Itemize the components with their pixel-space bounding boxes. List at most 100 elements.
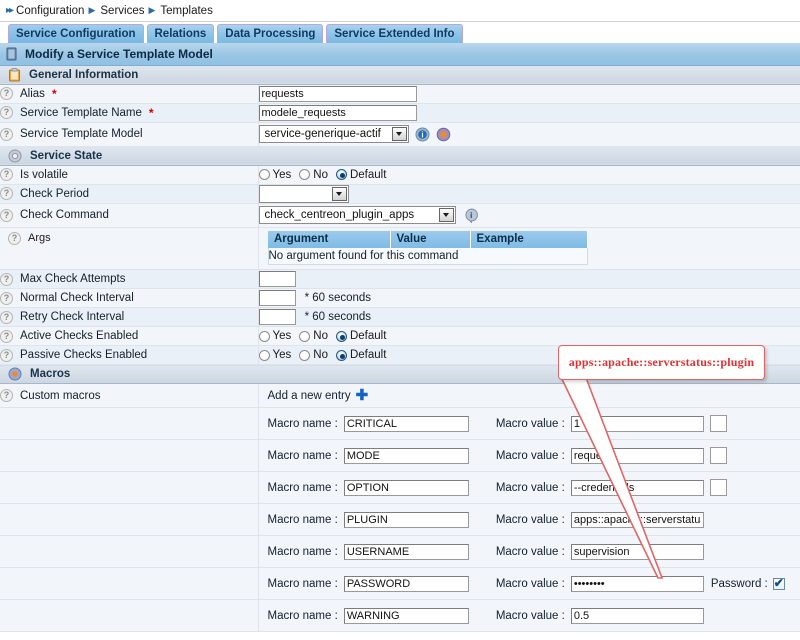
args-col-value: Value: [390, 231, 470, 248]
active-checks-yes[interactable]: Yes: [259, 330, 292, 342]
help-icon[interactable]: ?: [0, 389, 13, 402]
info-gear-icon[interactable]: i: [415, 127, 430, 142]
macro-name-input[interactable]: [344, 416, 469, 432]
macro-value-input[interactable]: [571, 480, 704, 496]
help-icon[interactable]: ?: [0, 330, 13, 343]
row-active-checks-enabled: ? Active Checks Enabled Yes No Default: [0, 327, 800, 346]
settings-gear-icon[interactable]: [436, 127, 451, 142]
macro-password-box[interactable]: [710, 415, 727, 432]
macro-name-label: Macro name :: [268, 450, 338, 462]
macro-name-input[interactable]: [344, 480, 469, 496]
plus-icon[interactable]: ✚: [356, 391, 369, 401]
breadcrumb-item-templates[interactable]: Templates: [160, 5, 212, 17]
active-checks-default[interactable]: Default: [336, 330, 386, 342]
chevron-down-icon[interactable]: [439, 208, 454, 222]
macro-password-box[interactable]: [710, 447, 727, 464]
alias-label: Alias: [20, 88, 45, 100]
macro-row-fields: Macro name : Macro value :: [258, 600, 800, 632]
template-model-label: Service Template Model: [20, 128, 143, 140]
breadcrumb-item-configuration[interactable]: Configuration: [16, 5, 84, 17]
radio-icon[interactable]: [299, 169, 310, 180]
help-icon[interactable]: ?: [0, 311, 13, 324]
active-checks-no[interactable]: No: [299, 330, 328, 342]
breadcrumb-separator-icon: ▶: [148, 5, 155, 16]
macro-value-input[interactable]: [571, 512, 704, 528]
info-balloon-icon[interactable]: i: [464, 208, 479, 223]
macro-name-input[interactable]: [344, 448, 469, 464]
macro-name-input[interactable]: [344, 608, 469, 624]
radio-icon[interactable]: [259, 350, 270, 361]
is-volatile-no[interactable]: No: [299, 169, 328, 181]
passive-checks-default[interactable]: Default: [336, 349, 386, 361]
macro-value-input[interactable]: [571, 608, 704, 624]
gear-icon: [8, 149, 22, 163]
help-icon[interactable]: ?: [0, 349, 13, 362]
macro-name-input[interactable]: [344, 544, 469, 560]
macro-name-label: Macro name :: [268, 546, 338, 558]
service-template-name-input[interactable]: [259, 105, 417, 121]
radio-selected-icon[interactable]: [336, 350, 347, 361]
radio-icon[interactable]: [259, 169, 270, 180]
max-check-attempts-input[interactable]: [259, 271, 296, 287]
service-template-model-select[interactable]: service-generique-actif: [259, 125, 409, 143]
retry-check-interval-input[interactable]: [259, 309, 296, 325]
args-table-empty-row: No argument found for this command: [268, 248, 587, 265]
tab-data-processing[interactable]: Data Processing: [217, 24, 323, 43]
macro-row: Macro name : Macro value :: [0, 472, 800, 504]
macro-value-input[interactable]: [571, 576, 704, 592]
help-icon[interactable]: ?: [0, 187, 13, 200]
is-volatile-default[interactable]: Default: [336, 169, 386, 181]
macro-value-input[interactable]: [571, 416, 704, 432]
radio-icon[interactable]: [259, 331, 270, 342]
row-alias: ? Alias *: [0, 84, 800, 103]
section-macros-title: Macros: [30, 368, 70, 380]
macro-name-input[interactable]: [344, 576, 469, 592]
normal-check-interval-label-cell: ? Normal Check Interval: [0, 289, 258, 308]
add-new-entry-button[interactable]: Add a new entry ✚: [259, 390, 800, 402]
radio-icon[interactable]: [299, 350, 310, 361]
macro-row: Macro name : Macro value :: [0, 536, 800, 568]
is-volatile-yes[interactable]: Yes: [259, 169, 292, 181]
tab-relations[interactable]: Relations: [147, 24, 215, 43]
chevron-down-icon[interactable]: [392, 127, 407, 141]
help-icon[interactable]: ?: [8, 232, 21, 245]
tab-service-configuration[interactable]: Service Configuration: [8, 24, 144, 43]
radio-selected-icon[interactable]: [336, 169, 347, 180]
macro-name-input[interactable]: [344, 512, 469, 528]
passive-checks-default-label: Default: [350, 349, 386, 361]
help-icon[interactable]: ?: [0, 209, 13, 222]
check-command-value: check_centreon_plugin_apps: [265, 209, 415, 221]
macro-row-fields: Macro name : Macro value : Password :: [258, 568, 800, 600]
add-new-entry-label: Add a new entry: [268, 390, 351, 402]
help-icon[interactable]: ?: [0, 273, 13, 286]
help-icon[interactable]: ?: [0, 128, 13, 141]
check-period-label-cell: ? Check Period: [0, 184, 258, 203]
password-checkbox[interactable]: [773, 578, 785, 590]
radio-selected-icon[interactable]: [336, 331, 347, 342]
passive-checks-no[interactable]: No: [299, 349, 328, 361]
help-icon[interactable]: ?: [0, 292, 13, 305]
radio-icon[interactable]: [299, 331, 310, 342]
help-icon[interactable]: ?: [0, 106, 13, 119]
alias-input[interactable]: [259, 86, 417, 102]
panel-title-cell: Modify a Service Template Model: [0, 43, 258, 65]
row-retry-check-interval: ? Retry Check Interval * 60 seconds: [0, 308, 800, 327]
chevron-down-icon[interactable]: [332, 187, 347, 201]
macro-value-input[interactable]: [571, 544, 704, 560]
is-volatile-label: Is volatile: [20, 169, 68, 181]
macro-password-box[interactable]: [710, 479, 727, 496]
help-icon[interactable]: ?: [0, 168, 13, 181]
macro-value-label: Macro value :: [496, 610, 565, 622]
breadcrumb-item-services[interactable]: Services: [100, 5, 144, 17]
is-volatile-value-cell: Yes No Default: [258, 165, 800, 184]
check-command-select[interactable]: check_centreon_plugin_apps: [259, 206, 456, 224]
passive-checks-yes[interactable]: Yes: [259, 349, 292, 361]
check-period-select[interactable]: [259, 185, 349, 203]
macro-name-label: Macro name :: [268, 610, 338, 622]
retry-check-interval-label-cell: ? Retry Check Interval: [0, 308, 258, 327]
tab-service-extended-info[interactable]: Service Extended Info: [326, 24, 462, 43]
macro-value-input[interactable]: [571, 448, 704, 464]
normal-check-interval-input[interactable]: [259, 290, 296, 306]
is-volatile-radio-group: Yes No Default: [259, 169, 800, 181]
help-icon[interactable]: ?: [0, 87, 13, 100]
